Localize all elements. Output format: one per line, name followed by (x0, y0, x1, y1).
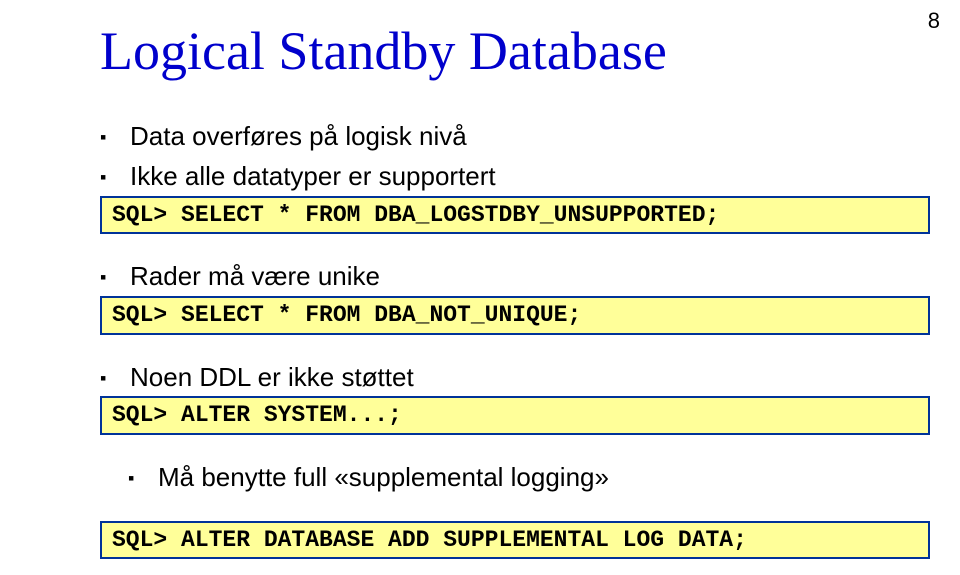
bullet-3: Rader må være unike (100, 262, 890, 292)
bullet-5: Må benytte full «supplemental logging» (128, 463, 890, 493)
code-line-1: SQL> SELECT * FROM DBA_LOGSTDBY_UNSUPPOR… (100, 196, 930, 234)
page-number: 8 (928, 8, 940, 34)
bullet-1: Data overføres på logisk nivå (100, 122, 890, 152)
code-line-2: SQL> SELECT * FROM DBA_NOT_UNIQUE; (100, 296, 930, 334)
bullet-4: Noen DDL er ikke støttet (100, 363, 890, 393)
bullet-2: Ikke alle datatyper er supportert (100, 162, 890, 192)
slide: 8 Logical Standby Database Data overføre… (0, 0, 960, 575)
code-line-4: SQL> ALTER DATABASE ADD SUPPLEMENTAL LOG… (100, 521, 930, 559)
code-line-3: SQL> ALTER SYSTEM...; (100, 396, 930, 434)
slide-title: Logical Standby Database (100, 20, 890, 82)
